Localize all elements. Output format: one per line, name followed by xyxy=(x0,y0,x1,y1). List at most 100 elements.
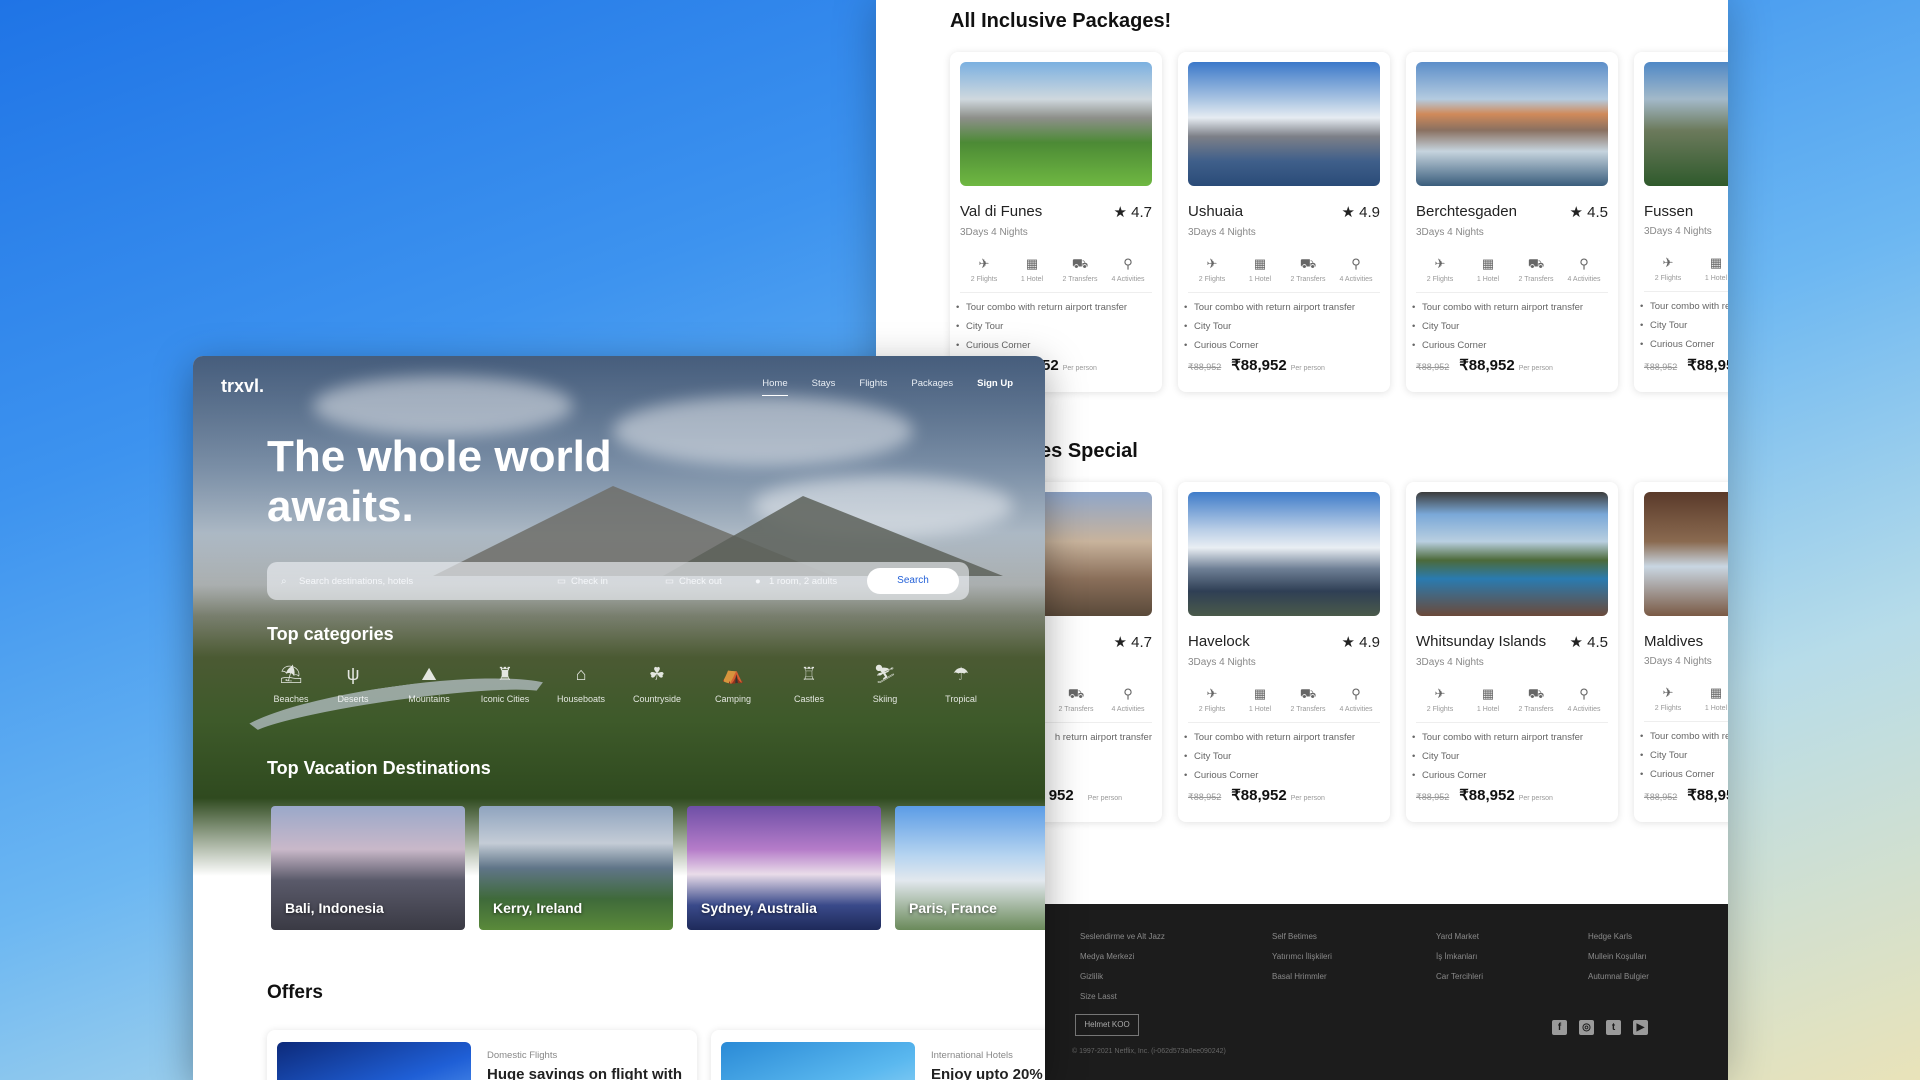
package-card[interactable]: Whitsunday Islands ★ 4.5 3Days 4 Nights … xyxy=(1406,482,1618,822)
instagram-icon[interactable]: ◎ xyxy=(1579,1020,1594,1035)
footer-column: Hedge Karls Mullein Koşulları Autumnal B… xyxy=(1588,932,1649,981)
copyright: © 1997-2021 Netflix, Inc. (i-062d573a0ee… xyxy=(1072,1048,1226,1055)
hotel-icon: ▦ xyxy=(1709,255,1723,270)
category-beaches[interactable]: ⛱ Beaches xyxy=(267,664,315,704)
hiker-icon: ⚲ xyxy=(1579,256,1589,271)
offer-image xyxy=(277,1042,471,1080)
hiker-icon: ⚲ xyxy=(1351,686,1361,701)
nav-packages[interactable]: Packages xyxy=(911,378,953,389)
tower-icon: ♜ xyxy=(496,664,514,684)
package-image xyxy=(1416,62,1608,186)
guests-field[interactable]: 1 room, 2 adults xyxy=(769,576,837,587)
package-name: Val di Funes xyxy=(960,203,1043,220)
tent-icon: ⛺ xyxy=(721,664,745,684)
user-icon: ● xyxy=(755,575,761,587)
top-nav: Home Stays Flights Packages Sign Up xyxy=(762,378,1013,396)
package-image xyxy=(1644,492,1728,616)
destination-list: Bali, Indonesia Kerry, Ireland Sydney, A… xyxy=(271,806,1045,930)
hotel-icon: ▦ xyxy=(1481,256,1495,271)
category-tropical[interactable]: ☂ Tropical xyxy=(923,664,999,704)
amenities: ✈ 2 Flights ▦ 1 Hotel ⛟ 2 Transfers ⚲ 4 Acti… xyxy=(970,256,1145,283)
category-castles[interactable]: ♖ Castles xyxy=(771,664,847,704)
package-card[interactable]: Fussen 3Days 4 Nights ✈ 2 Flights ▦ 1 Hote… xyxy=(1634,52,1728,392)
search-input[interactable]: Search destinations, hotels xyxy=(299,576,413,587)
home-window: trxvl. Home Stays Flights Packages Sign … xyxy=(193,356,1045,1080)
package-rating: ★ 4.7 xyxy=(1113,634,1152,651)
destination-card[interactable]: Paris, France xyxy=(895,806,1045,930)
categories-title: Top categories xyxy=(267,624,394,644)
bus-icon: ⛟ xyxy=(1527,686,1545,701)
bus-icon: ⛟ xyxy=(1527,256,1545,271)
package-image xyxy=(1188,62,1380,186)
hiker-icon: ⚲ xyxy=(1579,686,1589,701)
package-name: Whitsunday Islands xyxy=(1416,633,1547,650)
package-name: Maldives xyxy=(1644,633,1704,650)
offer-card[interactable]: International Hotels Enjoy upto 20% xyxy=(711,1030,1045,1080)
package-row-1: Val di Funes ★ 4.7 3Days 4 Nights ✈ 2 Fli… xyxy=(950,52,1728,392)
bus-icon: ⛟ xyxy=(1299,256,1317,271)
category-skiing[interactable]: ⛷ Skiing xyxy=(847,664,923,704)
category-countryside[interactable]: ☘ Countryside xyxy=(619,664,695,704)
package-image xyxy=(1188,492,1380,616)
package-image xyxy=(960,62,1152,186)
package-card[interactable]: Berchtesgaden ★ 4.5 3Days 4 Nights ✈ 2 Fl… xyxy=(1406,52,1618,392)
plane-icon: ✈ xyxy=(1434,256,1446,271)
plane-icon: ✈ xyxy=(1206,686,1218,701)
package-card[interactable]: Maldives 3Days 4 Nights ✈ 2 Flights ▦ 1 Ho… xyxy=(1634,482,1728,822)
offer-card[interactable]: Domestic Flights Huge savings on flight … xyxy=(267,1030,697,1080)
package-name: Havelock xyxy=(1188,633,1250,650)
category-iconic-cities[interactable]: ♜ Iconic Cities xyxy=(467,664,543,704)
category-mountains[interactable]: ⛰ Mountains xyxy=(391,664,467,704)
castle-icon: ♖ xyxy=(800,664,818,684)
calendar-icon: ▭ xyxy=(665,575,674,587)
nav-home[interactable]: Home xyxy=(762,378,788,396)
plane-icon: ✈ xyxy=(1662,255,1674,270)
package-card[interactable]: Val di Funes ★ 4.7 3Days 4 Nights ✈ 2 Fli… xyxy=(950,52,1162,392)
package-card[interactable]: Havelock ★ 4.9 3Days 4 Nights ✈ 2 Flights… xyxy=(1178,482,1390,822)
check-out-field[interactable]: Check out xyxy=(679,576,722,587)
palm-icon: ☂ xyxy=(952,664,970,684)
twitter-icon[interactable]: t xyxy=(1606,1020,1621,1035)
hotel-icon: ▦ xyxy=(1709,685,1723,700)
category-camping[interactable]: ⛺ Camping xyxy=(695,664,771,704)
plane-icon: ✈ xyxy=(1206,256,1218,271)
plane-icon: ✈ xyxy=(1662,685,1674,700)
hotel-icon: ▦ xyxy=(1253,256,1267,271)
package-rating: ★ 4.5 xyxy=(1569,634,1608,651)
nav-flights[interactable]: Flights xyxy=(859,378,887,389)
footer-button[interactable]: Helmet KOO xyxy=(1075,1014,1139,1036)
signup-button[interactable]: Sign Up xyxy=(977,378,1013,389)
category-houseboats[interactable]: ⌂ Houseboats xyxy=(543,664,619,704)
package-duration: 3Days 4 Nights xyxy=(960,227,1028,238)
search-button[interactable]: Search xyxy=(867,568,959,594)
search-bar: ⌕ Search destinations, hotels ▭ Check in… xyxy=(267,562,969,600)
package-card[interactable]: Ushuaia ★ 4.9 3Days 4 Nights ✈ 2 Flights … xyxy=(1178,52,1390,392)
package-rating: ★ 4.7 xyxy=(1113,204,1152,221)
destination-card[interactable]: Bali, Indonesia xyxy=(271,806,465,930)
footer-column: Self Betimes Yatırımcı İlişkileri Basal … xyxy=(1272,932,1332,981)
facebook-icon[interactable]: f xyxy=(1552,1020,1567,1035)
social-links: f ◎ t ▶ xyxy=(1552,1020,1648,1035)
destination-card[interactable]: Sydney, Australia xyxy=(687,806,881,930)
footer-column: Seslendirme ve Alt Jazz Medya Merkezi Gi… xyxy=(1080,932,1165,1001)
logo[interactable]: trxvl. xyxy=(221,376,264,397)
destinations-title: Top Vacation Destinations xyxy=(267,758,491,778)
countryside-icon: ☘ xyxy=(648,664,666,684)
youtube-icon[interactable]: ▶ xyxy=(1633,1020,1648,1035)
package-name: Berchtesgaden xyxy=(1416,203,1517,220)
cactus-icon: ψ xyxy=(346,664,360,684)
offer-image xyxy=(721,1042,915,1080)
package-rating: ★ 4.9 xyxy=(1341,634,1380,651)
ski-icon: ⛷ xyxy=(873,664,897,684)
hotel-icon: ▦ xyxy=(1025,256,1039,271)
destination-card[interactable]: Kerry, Ireland xyxy=(479,806,673,930)
section-title-all-inclusive: All Inclusive Packages! xyxy=(950,10,1172,32)
search-icon: ⌕ xyxy=(281,575,287,587)
hotel-icon: ▦ xyxy=(1253,686,1267,701)
offers-title: Offers xyxy=(267,982,323,1003)
category-deserts[interactable]: ψ Deserts xyxy=(315,664,391,704)
check-in-field[interactable]: Check in xyxy=(571,576,608,587)
beach-icon: ⛱ xyxy=(279,664,303,684)
package-name: Fussen xyxy=(1644,203,1694,220)
nav-stays[interactable]: Stays xyxy=(812,378,836,389)
